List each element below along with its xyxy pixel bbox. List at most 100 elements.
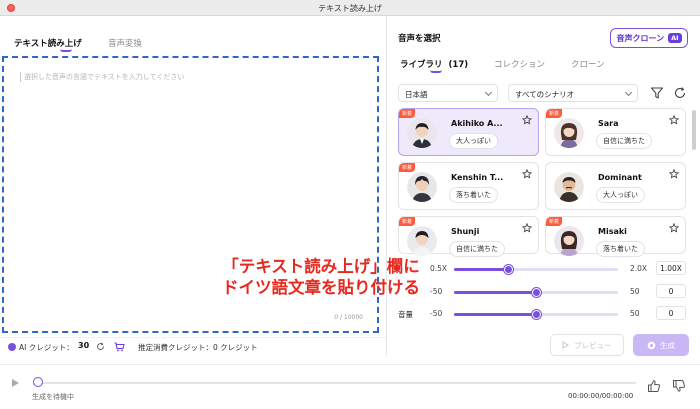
- tab-library-label: ライブラリ: [400, 60, 443, 70]
- scenario-select[interactable]: すべてのシナリオ: [508, 84, 638, 102]
- playback-handle[interactable]: [33, 377, 43, 387]
- preview-label: プレビュー: [574, 340, 612, 350]
- tab-voice-conversion[interactable]: 音声変換: [108, 37, 142, 49]
- speed-value-box[interactable]: 1.00X: [656, 261, 686, 275]
- volume-slider[interactable]: [454, 310, 618, 319]
- voice-name: Sara: [598, 119, 619, 128]
- active-subtab-indicator: [430, 70, 442, 73]
- voice-name: Misaki: [598, 227, 627, 236]
- voice-name: Akihiko A...: [451, 119, 503, 128]
- player-status: 生成を待機中: [32, 393, 74, 401]
- slider-min: -50: [430, 309, 443, 318]
- slider-max: 2.0X: [630, 264, 648, 273]
- thumbs-down-icon[interactable]: [672, 379, 686, 393]
- slider-handle[interactable]: [504, 265, 514, 274]
- new-badge: 新着: [546, 217, 563, 226]
- voice-tag: 落ち着いた: [596, 241, 645, 257]
- language-select[interactable]: 日本語: [398, 84, 498, 102]
- speed-slider[interactable]: [454, 265, 618, 274]
- voice-tag: 大人っぽい: [596, 187, 645, 203]
- voice-name: Shunji: [451, 227, 480, 236]
- generate-button[interactable]: 生成: [633, 334, 689, 356]
- generate-icon: [647, 341, 656, 349]
- character-count: 0 / 10000: [334, 314, 363, 321]
- footer-divider: [0, 337, 386, 338]
- slider-fill: [454, 313, 536, 316]
- volume-slider-row: 音量 -50 50 0: [398, 306, 688, 321]
- voice-card[interactable]: 新着 Misaki 落ち着いた: [545, 216, 686, 257]
- volume-value-box[interactable]: 0: [656, 306, 686, 320]
- refresh-icon[interactable]: [96, 342, 105, 351]
- pitch-value-box[interactable]: 0: [656, 284, 686, 298]
- star-icon[interactable]: [522, 223, 532, 233]
- voice-avatar: [554, 172, 584, 202]
- tab-text-to-speech[interactable]: テキスト読み上げ: [14, 37, 82, 49]
- voice-list-scrollbar[interactable]: [692, 110, 696, 150]
- star-icon[interactable]: [522, 169, 532, 179]
- ai-badge: AI: [668, 33, 682, 43]
- voice-card[interactable]: Dominant 大人っぽい: [545, 162, 686, 210]
- player-time: 00:00:00/00:00:00: [568, 392, 634, 400]
- voice-name: Dominant: [598, 173, 642, 182]
- slider-fill: [454, 291, 536, 294]
- voice-avatar: [407, 172, 437, 202]
- voice-avatar: [554, 226, 584, 256]
- tab-library[interactable]: ライブラリ (17): [400, 58, 468, 70]
- generate-label: 生成: [660, 340, 675, 350]
- voice-name: Kenshin T...: [451, 173, 504, 182]
- slider-handle[interactable]: [532, 288, 541, 297]
- voice-card[interactable]: 新着 Sara 自信に満ちた: [545, 108, 686, 156]
- editor-placeholder: 選択した音声の言語でテキストを入力してください: [20, 72, 184, 82]
- slider-max: 50: [630, 309, 640, 318]
- slider-handle[interactable]: [532, 310, 541, 319]
- slider-label: 音量: [398, 310, 413, 319]
- voice-tag: 落ち着いた: [449, 187, 498, 203]
- library-count: (17): [448, 60, 469, 70]
- cart-icon[interactable]: [114, 342, 125, 352]
- voice-tag: 自信に満ちた: [449, 241, 505, 257]
- tab-collection[interactable]: コレクション: [494, 58, 545, 70]
- voice-card[interactable]: 新着 Kenshin T... 落ち着いた: [398, 162, 539, 210]
- chevron-down-icon: [484, 88, 493, 97]
- voice-card[interactable]: 新着 Akihiko A... 大人っぽい: [398, 108, 539, 156]
- star-icon[interactable]: [669, 223, 679, 233]
- voice-avatar: [407, 118, 437, 148]
- annotation-line-1: 「テキスト読み上げ」欄に: [222, 257, 420, 276]
- voice-tag: 自信に満ちた: [596, 133, 652, 149]
- slider-max: 50: [630, 287, 640, 296]
- voice-avatar: [554, 118, 584, 148]
- ai-credit-label: AI クレジット：: [19, 343, 74, 352]
- pitch-slider[interactable]: [454, 288, 618, 297]
- play-icon[interactable]: [12, 379, 19, 387]
- playback-progress[interactable]: [36, 382, 636, 384]
- voice-avatar: [407, 226, 437, 256]
- window-title: テキスト読み上げ: [318, 4, 382, 13]
- new-badge: 新着: [546, 109, 563, 118]
- audio-player: 生成を待機中 00:00:00/00:00:00: [0, 364, 700, 409]
- star-icon[interactable]: [669, 169, 679, 179]
- star-icon[interactable]: [669, 115, 679, 125]
- ai-credit-value: 30: [78, 341, 90, 350]
- new-badge: 新着: [399, 109, 416, 118]
- filter-icon[interactable]: [650, 86, 664, 100]
- voice-clone-label: 音声クローン: [616, 33, 665, 43]
- scenario-value: すべてのシナリオ: [515, 90, 575, 99]
- voice-clone-button[interactable]: 音声クローン AI: [610, 28, 688, 48]
- title-bar: テキスト読み上げ: [0, 0, 700, 16]
- thumbs-up-icon[interactable]: [647, 379, 661, 393]
- language-value: 日本語: [405, 90, 428, 99]
- new-badge: 新着: [399, 217, 416, 226]
- annotation-overlay: 「テキスト読み上げ」欄に ドイツ語文章を貼り付ける: [196, 256, 446, 298]
- play-outline-icon: [562, 341, 570, 349]
- preview-button[interactable]: プレビュー: [550, 334, 624, 356]
- estimated-credit: 推定消費クレジット：0 クレジット: [138, 343, 258, 352]
- voice-panel-heading: 音声を選択: [398, 34, 441, 44]
- star-icon[interactable]: [522, 115, 532, 125]
- annotation-line-2: ドイツ語文章を貼り付ける: [222, 278, 420, 297]
- tab-clone[interactable]: クローン: [571, 58, 605, 70]
- voice-card[interactable]: 新着 Shunji 自信に満ちた: [398, 216, 539, 257]
- panel-divider: [386, 16, 387, 356]
- refresh-icon[interactable]: [673, 86, 687, 100]
- slider-fill: [454, 268, 509, 271]
- active-tab-indicator: [60, 49, 72, 52]
